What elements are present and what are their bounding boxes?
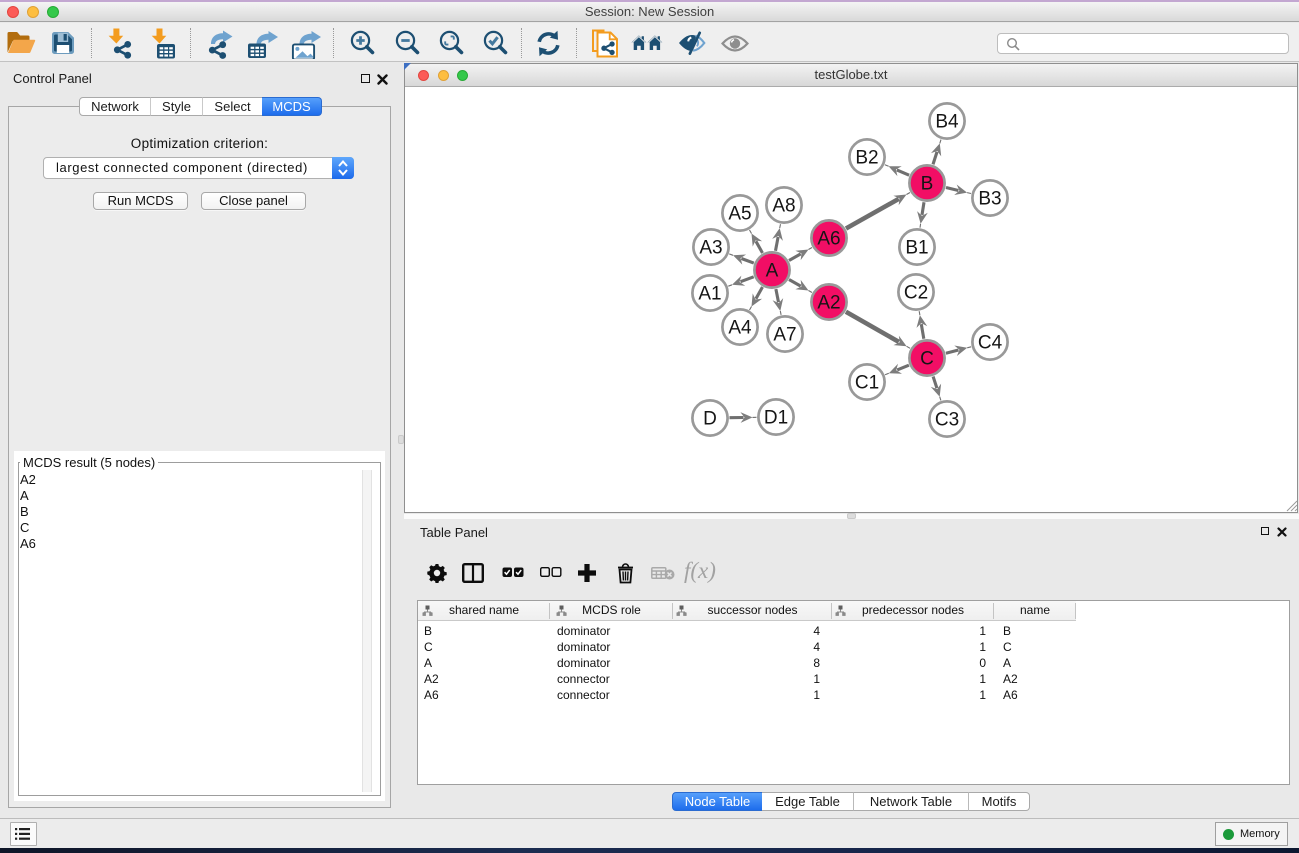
svg-text:A8: A8	[772, 196, 795, 217]
svg-text:C3: C3	[935, 410, 959, 431]
svg-text:A7: A7	[773, 325, 796, 346]
svg-text:A5: A5	[728, 204, 751, 225]
svg-text:B4: B4	[935, 112, 959, 133]
svg-text:D: D	[703, 409, 717, 430]
svg-text:A2: A2	[817, 293, 840, 314]
svg-text:A6: A6	[817, 229, 840, 250]
svg-text:C: C	[920, 349, 934, 370]
svg-text:C4: C4	[978, 333, 1003, 354]
svg-text:B1: B1	[905, 238, 928, 259]
svg-text:A: A	[766, 261, 779, 282]
svg-text:D1: D1	[764, 408, 788, 429]
svg-text:B3: B3	[978, 189, 1001, 210]
svg-text:C2: C2	[904, 283, 928, 304]
svg-text:A4: A4	[728, 318, 752, 339]
svg-text:A1: A1	[698, 284, 721, 305]
svg-text:B2: B2	[855, 148, 878, 169]
svg-text:C1: C1	[855, 373, 879, 394]
svg-text:B: B	[921, 174, 934, 195]
svg-text:A3: A3	[699, 238, 722, 259]
